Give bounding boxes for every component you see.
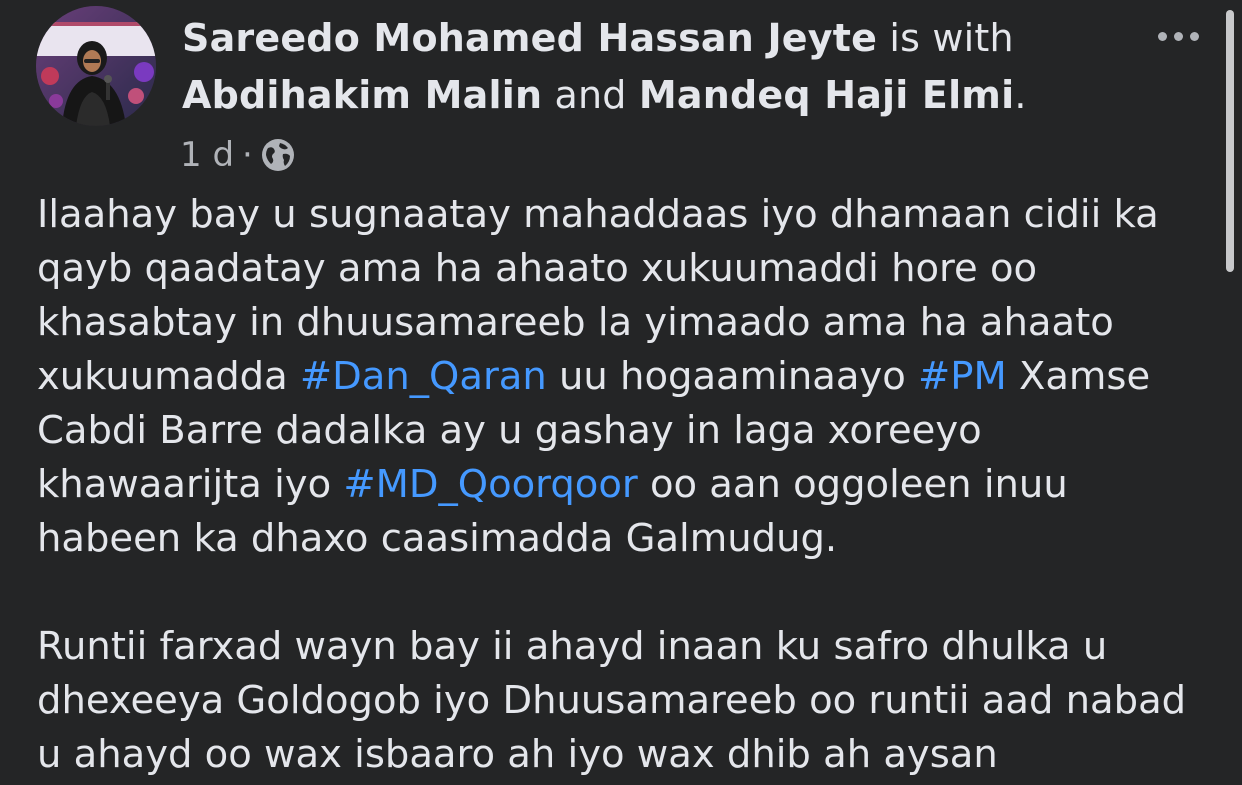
post-header: Sareedo Mohamed Hassan Jeyte is with Abd… <box>182 10 1122 124</box>
with-text: is with <box>877 16 1014 60</box>
post-meta: 1 d · <box>180 132 295 178</box>
more-options-button[interactable] <box>1148 20 1208 52</box>
hashtag-pm[interactable]: #PM <box>918 354 1007 399</box>
post-body: Ilaahay bay u sugnaatay mahaddaas iyo dh… <box>37 188 1212 782</box>
tagged-user-2[interactable]: Mandeq Haji Elmi <box>639 73 1014 117</box>
header-period: . <box>1014 73 1027 117</box>
author-name[interactable]: Sareedo Mohamed Hassan Jeyte <box>182 16 877 60</box>
more-options-icon <box>1157 31 1167 41</box>
avatar-image <box>36 6 156 126</box>
post-paragraph-2: Runtii farxad wayn bay ii ahayd inaan ku… <box>37 624 1187 777</box>
tagged-user-1[interactable]: Abdihakim Malin <box>182 73 542 117</box>
hashtag-md-qoorqoor[interactable]: #MD_Qoorqoor <box>343 462 637 507</box>
author-avatar[interactable] <box>36 6 156 126</box>
post-paragraph-1: Ilaahay bay u sugnaatay mahaddaas iyo dh… <box>37 188 1212 566</box>
and-text: and <box>542 73 639 117</box>
scrollbar-thumb[interactable] <box>1226 10 1234 272</box>
meta-separator: · <box>242 135 253 175</box>
globe-icon[interactable] <box>261 138 295 172</box>
hashtag-dan-qaran[interactable]: #Dan_Qaran <box>300 354 547 399</box>
paragraph-text: uu hogaaminaayo <box>546 354 919 399</box>
facebook-post: Sareedo Mohamed Hassan Jeyte is with Abd… <box>0 0 1242 785</box>
post-timestamp[interactable]: 1 d <box>180 135 234 175</box>
more-options-dot <box>1173 31 1183 41</box>
more-options-dot <box>1189 31 1199 41</box>
